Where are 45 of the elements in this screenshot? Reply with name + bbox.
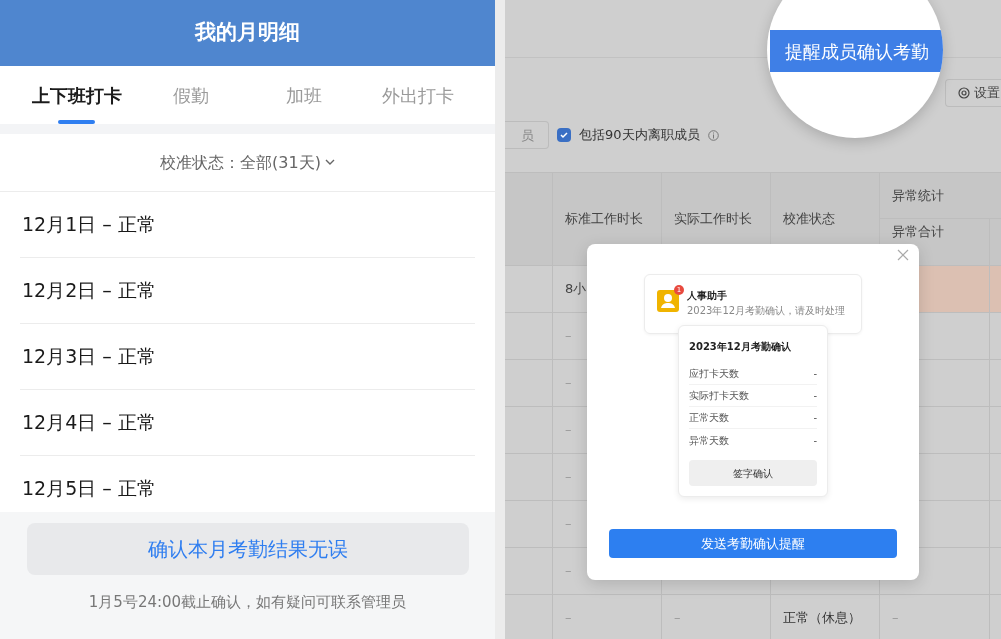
day-entry[interactable]: 12月4日 – 正常 (20, 408, 156, 437)
day-entry[interactable]: 12月1日 – 正常 (20, 210, 156, 239)
stat-label: 异常天数 (689, 433, 729, 448)
stat-label: 实际打卡天数 (689, 389, 749, 403)
table-cell (505, 501, 553, 548)
send-reminder-button[interactable]: 发送考勤确认提醒 (609, 529, 897, 558)
checkbox[interactable] (557, 128, 571, 142)
screen-title: 我的月明细 (195, 19, 300, 47)
card-title: 2023年12月考勤确认 (689, 340, 792, 354)
settings-button[interactable]: 设置 (945, 79, 1001, 107)
stat-label: 正常天数 (689, 411, 729, 425)
table-cell (505, 454, 553, 501)
remind-members-button[interactable]: 提醒成员确认考勤 (770, 30, 943, 72)
sender-name: 人事助手 (687, 290, 728, 303)
checkbox-label: 包括90天内离职成员 (579, 126, 700, 145)
table-cell (505, 313, 553, 360)
stat-value: - (813, 389, 817, 403)
settings-icon (958, 87, 970, 99)
stat-value: - (813, 433, 817, 448)
info-icon (707, 129, 719, 141)
person-icon (657, 290, 679, 312)
stat-value: - (813, 367, 817, 381)
column-header: 异常统计 (892, 186, 944, 205)
day-entry[interactable]: 12月5日 – 正常 (20, 474, 156, 503)
table-cell (505, 266, 553, 313)
table-cell: – (880, 595, 990, 639)
member-search-field[interactable]: 员 (505, 121, 549, 149)
notification-message: 2023年12月考勤确认，请及时处理 (687, 303, 846, 318)
table-cell: – (662, 595, 771, 639)
table-cell (990, 266, 1001, 313)
day-entry[interactable]: 12月2日 – 正常 (20, 276, 156, 305)
table-cell (505, 360, 553, 407)
tab[interactable]: 上下班打卡 (20, 66, 134, 124)
chevron-down-icon (324, 159, 335, 166)
stat-value: - (813, 411, 817, 425)
day-entry[interactable]: 12月3日 – 正常 (20, 342, 156, 371)
deadline-note: 1月5号24:00截止确认，如有疑问可联系管理员 (88, 592, 407, 613)
status-filter[interactable]: 校准状态：全部(31天) (160, 150, 335, 175)
table-cell: – (553, 595, 662, 639)
table-cell (505, 548, 553, 595)
table-cell: 正常（休息） (771, 595, 880, 639)
checkmark-icon (559, 130, 569, 140)
sign-confirm-button[interactable]: 签字确认 (689, 460, 817, 486)
table-cell (505, 407, 553, 454)
stat-label: 应打卡天数 (689, 367, 739, 381)
